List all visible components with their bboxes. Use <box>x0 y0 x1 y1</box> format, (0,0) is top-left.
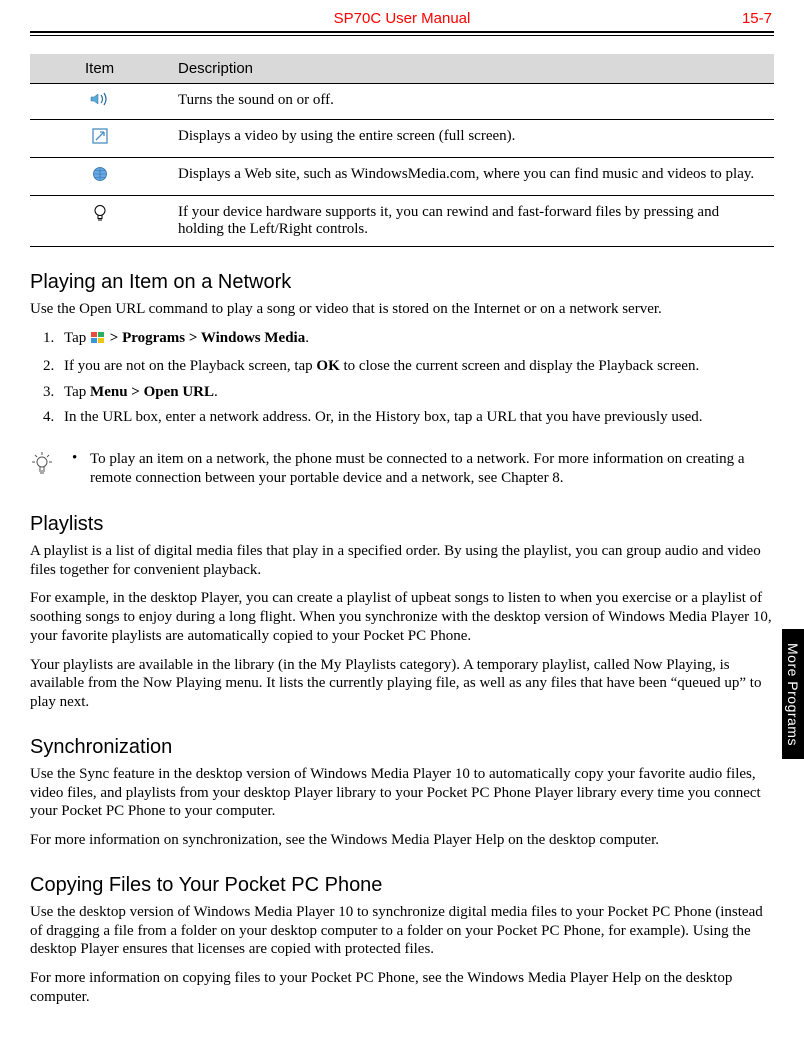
copy-p1: Use the desktop version of Windows Media… <box>30 903 774 959</box>
step2-post: to close the current screen and display … <box>340 358 699 374</box>
heading-playlists: Playlists <box>30 513 774 536</box>
tip-bulb-icon <box>30 450 58 481</box>
network-intro: Use the Open URL command to play a song … <box>30 300 774 319</box>
page-header: SP70C User Manual 15-7 <box>30 10 774 31</box>
page-number: 15-7 <box>712 10 772 27</box>
network-steps: Tap > Programs > Windows Media. If you a… <box>30 329 774 428</box>
sound-icon <box>90 92 110 111</box>
list-item: Tap Menu > Open URL. <box>58 383 774 403</box>
heading-network: Playing an Item on a Network <box>30 271 774 294</box>
tip-bullet: • <box>72 450 90 467</box>
sync-p1: Use the Sync feature in the desktop vers… <box>30 765 774 821</box>
bulb-icon <box>93 204 107 227</box>
tip-text: To play an item on a network, the phone … <box>90 450 774 489</box>
step2-bold: OK <box>316 358 339 374</box>
table-row: If your device hardware supports it, you… <box>30 196 774 247</box>
table-row: Turns the sound on or off. <box>30 84 774 120</box>
playlists-p1: A playlist is a list of digital media fi… <box>30 542 774 580</box>
table-desc: If your device hardware supports it, you… <box>170 196 774 247</box>
table-header-desc: Description <box>170 54 774 84</box>
web-icon <box>92 166 108 187</box>
sync-p2: For more information on synchronization,… <box>30 831 774 850</box>
table-row: Displays a video by using the entire scr… <box>30 120 774 158</box>
fullscreen-icon <box>92 128 108 149</box>
header-rule <box>30 31 774 33</box>
start-flag-icon <box>90 331 106 352</box>
step1-bold: > Programs > Windows Media <box>110 330 305 346</box>
step3-pre: Tap <box>64 384 90 400</box>
copy-p2: For more information on copying files to… <box>30 969 774 1007</box>
playlists-p2: For example, in the desktop Player, you … <box>30 589 774 645</box>
step1-pre: Tap <box>64 330 90 346</box>
controls-table: Item Description Turns the sound on or o… <box>30 54 774 247</box>
tip-block: • To play an item on a network, the phon… <box>30 450 774 489</box>
table-desc: Displays a Web site, such as WindowsMedi… <box>170 158 774 196</box>
table-header-item: Item <box>30 54 170 84</box>
table-desc: Displays a video by using the entire scr… <box>170 120 774 158</box>
list-item: Tap > Programs > Windows Media. <box>58 329 774 352</box>
heading-copy: Copying Files to Your Pocket PC Phone <box>30 874 774 897</box>
list-item: In the URL box, enter a network address.… <box>58 408 774 428</box>
step1-post: . <box>305 330 309 346</box>
step3-post: . <box>214 384 218 400</box>
header-rule-thin <box>30 35 774 36</box>
heading-sync: Synchronization <box>30 736 774 759</box>
doc-title: SP70C User Manual <box>92 10 712 27</box>
step3-bold: Menu > Open URL <box>90 384 214 400</box>
step2-pre: If you are not on the Playback screen, t… <box>64 358 316 374</box>
table-row: Displays a Web site, such as WindowsMedi… <box>30 158 774 196</box>
section-tab: More Programs <box>782 629 804 759</box>
table-desc: Turns the sound on or off. <box>170 84 774 120</box>
playlists-p3: Your playlists are available in the libr… <box>30 656 774 712</box>
list-item: If you are not on the Playback screen, t… <box>58 357 774 377</box>
